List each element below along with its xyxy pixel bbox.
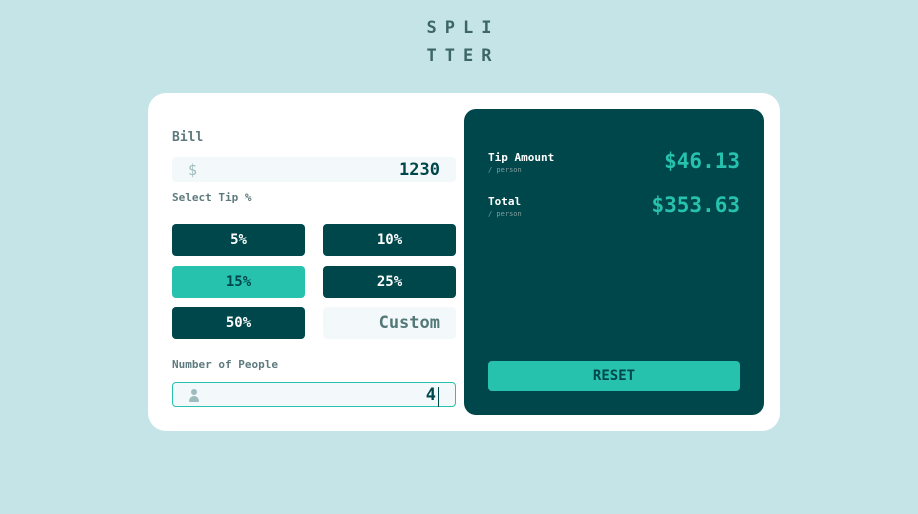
tip-10-button[interactable]: 10% [323,224,456,256]
tip-amount-label: Tip Amount [488,151,555,164]
logo: SPLI TTER [0,14,918,70]
user-icon [189,389,199,402]
tip-25-button[interactable]: 25% [323,266,456,298]
select-tip-label: Select Tip % [172,191,252,204]
logo-line-2: TTER [426,46,500,66]
bill-input[interactable]: $ 1230 [172,157,456,182]
results-panel: Tip Amount / person $46.13 Total / perso… [464,109,764,415]
reset-button[interactable]: RESET [488,361,740,391]
custom-tip-input[interactable]: Custom [323,307,456,339]
number-of-people-label: Number of People [172,358,278,371]
bill-value: 1230 [399,159,440,180]
total-value: $353.63 [651,193,740,217]
people-value: 4 [425,384,436,405]
logo-line-1: SPLI [426,18,500,38]
total-label: Total [488,195,522,208]
dollar-icon: $ [188,160,198,179]
tip-15-button[interactable]: 15% [172,266,305,298]
tip-50-button[interactable]: 50% [172,307,305,339]
tip-amount-per-person: / person [488,166,522,174]
number-of-people-input[interactable]: 4 [172,382,456,407]
tip-amount-value: $46.13 [664,149,740,173]
text-caret [438,387,439,407]
tip-5-button[interactable]: 5% [172,224,305,256]
bill-label: Bill [172,130,204,145]
total-per-person: / person [488,210,522,218]
